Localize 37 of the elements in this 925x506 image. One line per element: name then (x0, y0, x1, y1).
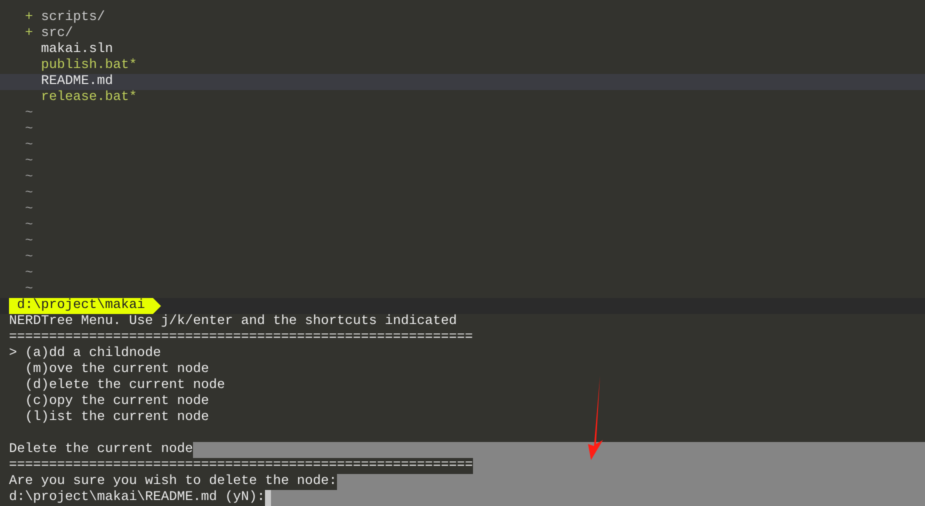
empty-line-marker: ~ (25, 122, 33, 138)
expand-marker[interactable]: + (25, 26, 33, 41)
tree-row[interactable]: publish.bat* (0, 58, 925, 74)
empty-line-marker: ~ (25, 218, 33, 234)
file-name: scripts/ (41, 10, 105, 26)
tree-row[interactable]: release.bat* (0, 90, 925, 106)
file-name: release.bat* (41, 90, 137, 106)
empty-line-marker: ~ (25, 266, 33, 282)
menu-rule: ========================================================== (9, 330, 473, 346)
empty-line-marker: ~ (25, 250, 33, 266)
empty-line-marker: ~ (25, 106, 33, 122)
pointer-marker: > (9, 346, 17, 361)
file-name: publish.bat* (41, 58, 137, 74)
empty-line-marker: ~ (25, 202, 33, 218)
file-name: src/ (41, 26, 73, 42)
menu-title: NERDTree Menu. Use j/k/enter and the shortcuts indicated (9, 314, 457, 330)
tree-row[interactable]: makai.sln (0, 42, 925, 58)
menu-item[interactable]: (l)ist the current node (25, 410, 209, 426)
tree-row[interactable]: + scripts/ (0, 10, 925, 26)
menu-item[interactable]: (a)dd a childnode (25, 346, 161, 362)
menu-item[interactable]: (m)ove the current node (25, 362, 209, 378)
empty-line-marker: ~ (25, 234, 33, 250)
prompt-question: Are you sure you wish to delete the node: (9, 474, 337, 490)
empty-line-marker: ~ (25, 154, 33, 170)
empty-line-marker: ~ (25, 186, 33, 202)
prompt-title: Delete the current node (9, 442, 193, 458)
expand-marker[interactable]: + (25, 10, 33, 25)
menu-item[interactable]: (c)opy the current node (25, 394, 209, 410)
tree-row[interactable]: README.md (0, 74, 925, 90)
empty-line-marker: ~ (25, 282, 33, 298)
file-name: makai.sln (41, 42, 113, 58)
menu-item[interactable]: (d)elete the current node (25, 378, 225, 394)
empty-line-marker: ~ (25, 170, 33, 186)
prompt-input[interactable]: d:\project\makai\README.md (yN): (9, 490, 265, 506)
tree-row[interactable]: + src/ (0, 26, 925, 42)
file-name: README.md (41, 74, 113, 90)
empty-line-marker: ~ (25, 138, 33, 154)
